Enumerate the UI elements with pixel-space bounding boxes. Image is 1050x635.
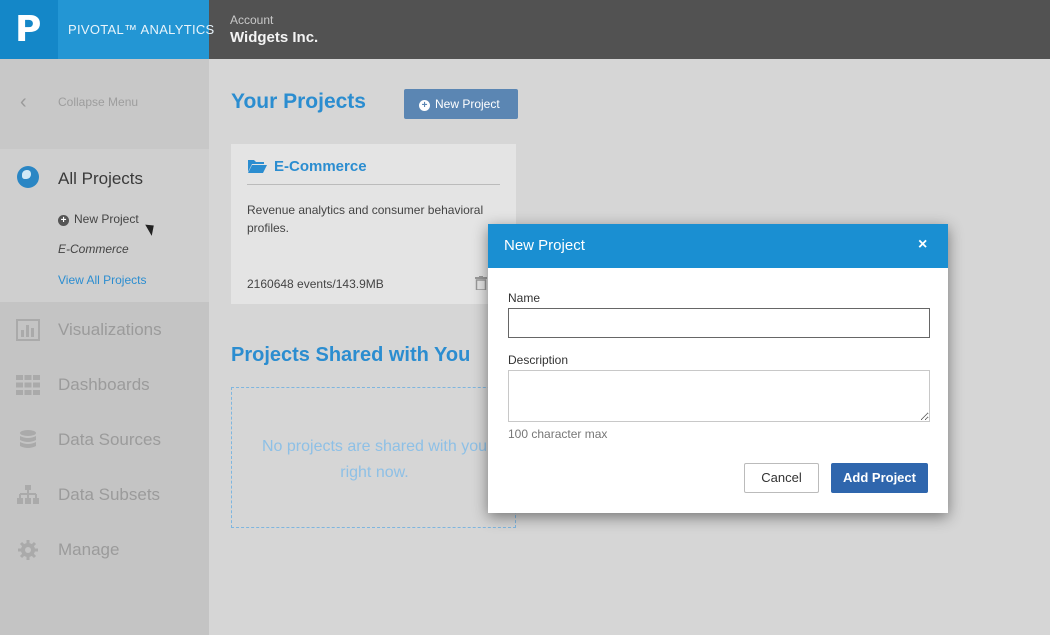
shared-projects-title: Projects Shared with You bbox=[231, 344, 471, 366]
collapse-menu-label: Collapse Menu bbox=[58, 95, 139, 109]
dialog-header: New Project × bbox=[488, 224, 948, 268]
sidebar-item-data-sources[interactable]: Data Sources bbox=[0, 420, 209, 460]
bar-chart-icon bbox=[16, 319, 40, 341]
project-card[interactable]: E-Commerce Revenue analytics and consume… bbox=[231, 144, 516, 304]
logo[interactable]: P bbox=[0, 0, 58, 59]
new-project-button[interactable]: + New Project bbox=[404, 89, 518, 119]
name-label: Name bbox=[508, 291, 541, 305]
sidebar: ‹ Collapse Menu All Projects + New Projec… bbox=[0, 59, 209, 635]
sidebar-item-visualizations[interactable]: Visualizations bbox=[0, 310, 209, 350]
name-input[interactable] bbox=[508, 308, 930, 338]
sidebar-item-label: Data Subsets bbox=[58, 485, 161, 504]
add-project-button[interactable]: Add Project bbox=[831, 463, 928, 493]
new-project-button-label: New Project bbox=[435, 97, 500, 111]
new-project-dialog: New Project × Name Description 100 chara… bbox=[488, 224, 948, 513]
account-name: Widgets Inc. bbox=[230, 29, 319, 46]
brand-name: PIVOTAL™ ANALYTICS bbox=[58, 0, 214, 59]
page-title: Your Projects bbox=[231, 90, 366, 113]
trash-icon[interactable] bbox=[475, 276, 487, 290]
chevron-left-icon: ‹ bbox=[20, 91, 27, 113]
sidebar-item-label: Dashboards bbox=[58, 375, 150, 394]
sidebar-view-all-projects[interactable]: View All Projects bbox=[58, 273, 146, 287]
sidebar-item-label: Data Sources bbox=[58, 430, 161, 449]
sitemap-icon bbox=[17, 485, 39, 504]
plus-circle-icon: + bbox=[419, 100, 430, 111]
sidebar-item-all-projects[interactable]: All Projects bbox=[58, 169, 143, 189]
description-textarea[interactable] bbox=[508, 370, 930, 422]
account-info[interactable]: Account Widgets Inc. bbox=[230, 13, 318, 46]
globe-icon bbox=[17, 166, 39, 188]
description-hint: 100 character max bbox=[508, 427, 608, 441]
shared-projects-empty-message: No projects are shared with you right no… bbox=[262, 438, 487, 481]
dialog-title: New Project bbox=[504, 237, 585, 254]
database-icon bbox=[20, 430, 36, 448]
sidebar-item-data-subsets[interactable]: Data Subsets bbox=[0, 475, 209, 515]
plus-circle-icon: + bbox=[58, 215, 69, 226]
sidebar-project-ecommerce[interactable]: E-Commerce bbox=[58, 242, 129, 256]
close-icon[interactable]: × bbox=[918, 236, 927, 254]
sidebar-new-project-label: New Project bbox=[74, 212, 139, 226]
gear-icon bbox=[18, 540, 38, 560]
top-bar: P PIVOTAL™ ANALYTICS Account Widgets Inc… bbox=[0, 0, 1050, 59]
sidebar-item-label: Manage bbox=[58, 540, 120, 559]
sidebar-new-project-link[interactable]: + New Project bbox=[58, 212, 139, 226]
project-card-title[interactable]: E-Commerce bbox=[274, 158, 367, 175]
divider bbox=[247, 184, 500, 185]
sidebar-item-label: Visualizations bbox=[58, 320, 162, 339]
project-card-stats: 2160648 events/143.9MB bbox=[247, 277, 384, 291]
description-label: Description bbox=[508, 353, 569, 367]
cancel-button[interactable]: Cancel bbox=[744, 463, 819, 493]
project-card-description: Revenue analytics and consumer behaviora… bbox=[247, 203, 484, 235]
account-label: Account bbox=[230, 13, 274, 27]
sidebar-item-manage[interactable]: Manage bbox=[0, 530, 209, 570]
sidebar-item-dashboards[interactable]: Dashboards bbox=[0, 365, 209, 405]
grid-icon bbox=[16, 375, 40, 395]
folder-open-icon bbox=[248, 160, 267, 173]
sidebar-section-all-projects: All Projects + New Project E-Commerce Vie… bbox=[0, 149, 209, 302]
shared-projects-empty-box: No projects are shared with you right no… bbox=[231, 387, 516, 528]
collapse-menu-button[interactable]: ‹ Collapse Menu bbox=[0, 59, 209, 149]
